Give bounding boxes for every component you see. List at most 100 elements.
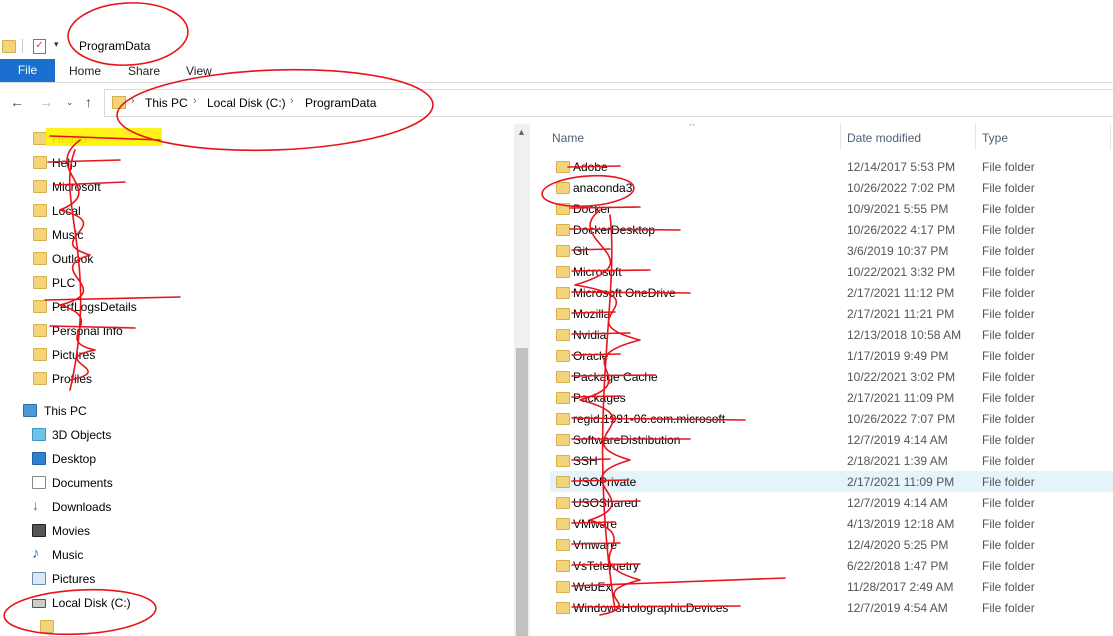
breadcrumb-local-disk[interactable]: Local Disk (C:) [207, 96, 286, 110]
breadcrumb-separator[interactable]: › [131, 95, 135, 107]
column-date-modified[interactable]: Date modified [847, 131, 921, 145]
scroll-up-arrow-icon[interactable]: ▲ [517, 127, 526, 137]
file-row[interactable]: Vmware 12/4/2020 5:25 PM File folder [550, 534, 1113, 555]
nav-folder-item[interactable] [0, 616, 500, 636]
chevron-down-icon[interactable]: ⌄ [66, 97, 74, 108]
scrollbar-thumb[interactable] [516, 348, 528, 636]
file-row[interactable]: VsTelemetry 6/22/2018 1:47 PM File folder [550, 555, 1113, 576]
file-row[interactable]: Microsoft OneDrive 2/17/2021 11:12 PM File… [550, 282, 1113, 303]
nav-item-downloads[interactable]: ↓ Downloads [0, 496, 500, 518]
sort-ascending-icon: ^ [690, 124, 695, 132]
column-divider[interactable] [1110, 124, 1111, 150]
file-row[interactable]: WebEx 11/28/2017 2:49 AM File folder [550, 576, 1113, 597]
file-type: File folder [982, 328, 1035, 342]
nav-folder-item[interactable]: PerfLogsDetails [0, 296, 500, 318]
back-arrow-icon[interactable]: ← [10, 94, 24, 110]
tab-view[interactable]: View [186, 64, 212, 78]
file-row[interactable]: Microsoft 10/22/2021 3:32 PM File folder [550, 261, 1113, 282]
column-name[interactable]: Name [552, 131, 584, 145]
tab-share[interactable]: Share [128, 64, 160, 78]
file-date-modified: 12/14/2017 5:53 PM [847, 160, 956, 174]
file-row[interactable]: Package Cache 10/22/2021 3:02 PM File fold… [550, 366, 1113, 387]
3d-objects-icon [32, 428, 46, 441]
nav-folder-item[interactable]: PLC [0, 272, 500, 294]
file-name: Microsoft [573, 265, 622, 279]
file-name: WebEx [573, 580, 612, 594]
nav-item-local-disk[interactable]: Local Disk (C:) [0, 592, 500, 614]
tab-file[interactable]: File [0, 59, 55, 82]
file-name: USOShared [573, 496, 638, 510]
nav-item-documents[interactable]: Documents [0, 472, 500, 494]
file-row[interactable]: Mozilla 2/17/2021 11:21 PM File folder [550, 303, 1113, 324]
file-date-modified: 11/28/2017 2:49 AM [847, 580, 954, 594]
nav-folder-item[interactable]: Local [0, 200, 500, 222]
nav-folder-item[interactable]: Outlook [0, 248, 500, 270]
folder-icon [556, 371, 570, 383]
file-type: File folder [982, 223, 1035, 237]
file-type: File folder [982, 475, 1035, 489]
nav-item-this-pc[interactable]: This PC [0, 400, 500, 422]
folder-icon [556, 350, 570, 362]
nav-item-movies[interactable]: Movies [0, 520, 500, 542]
file-date-modified: 4/13/2019 12:18 AM [847, 517, 955, 531]
file-type: File folder [982, 433, 1035, 447]
nav-pane-scrollbar[interactable]: ▲ [514, 124, 530, 636]
folder-icon [556, 182, 570, 194]
column-divider[interactable] [975, 124, 976, 150]
file-row[interactable]: SoftwareDistribution 12/7/2019 4:14 AM Fil… [550, 429, 1113, 450]
nav-item-label: Microsoft [52, 180, 101, 194]
file-type: File folder [982, 412, 1035, 426]
folder-icon [556, 497, 570, 509]
file-date-modified: 10/26/2022 4:17 PM [847, 223, 956, 237]
properties-icon[interactable]: ✓ [33, 39, 46, 54]
desktop-icon [32, 452, 46, 465]
file-row[interactable]: WindowsHolographicDevices 12/7/2019 4:54 … [550, 597, 1113, 618]
file-row[interactable]: regid.1991-06.com.microsoft 10/26/2022 7:… [550, 408, 1113, 429]
file-row[interactable]: DockerDesktop 10/26/2022 4:17 PM File fold… [550, 219, 1113, 240]
file-row[interactable]: USOPrivate 2/17/2021 11:09 PM File folder [550, 471, 1113, 492]
nav-item-3d-objects[interactable]: 3D Objects [0, 424, 500, 446]
nav-folder-item[interactable]: Profiles [0, 368, 500, 390]
nav-folder-item[interactable]: Microsoft [0, 176, 500, 198]
breadcrumb-programdata[interactable]: ProgramData [305, 96, 376, 110]
nav-item-label: PLC [52, 276, 76, 290]
computer-icon [23, 404, 37, 417]
breadcrumb-separator[interactable]: › [290, 95, 294, 107]
nav-item-desktop[interactable]: Desktop [0, 448, 500, 470]
file-row[interactable]: Docker 10/9/2021 5:55 PM File folder [550, 198, 1113, 219]
column-divider[interactable] [840, 124, 841, 150]
nav-item-label: Pictures [52, 348, 96, 362]
file-row[interactable]: Adobe 12/14/2017 5:53 PM File folder [550, 156, 1113, 177]
address-bar[interactable]: › This PC › Local Disk (C:) › ProgramDat… [104, 89, 1113, 117]
column-type[interactable]: Type [982, 131, 1008, 145]
downloads-icon: ↓ [32, 498, 44, 512]
up-arrow-icon[interactable]: ↑ [85, 94, 92, 110]
breadcrumb-this-pc[interactable]: This PC [145, 96, 188, 110]
nav-folder-item[interactable]: Health [0, 128, 500, 150]
file-row[interactable]: Packages 2/17/2021 11:09 PM File folder [550, 387, 1113, 408]
nav-item-pictures[interactable]: Pictures [0, 568, 500, 590]
nav-folder-item[interactable]: Pictures [0, 344, 500, 366]
tab-home[interactable]: Home [69, 64, 101, 78]
file-type: File folder [982, 181, 1035, 195]
nav-item-music[interactable]: ♪ Music [0, 544, 500, 566]
breadcrumb-separator[interactable]: › [193, 95, 197, 107]
file-row[interactable]: Nvidia 12/13/2018 10:58 AM File folder [550, 324, 1113, 345]
nav-item-label: 3D Objects [52, 428, 112, 442]
file-row[interactable]: SSH 2/18/2021 1:39 AM File folder [550, 450, 1113, 471]
file-row[interactable]: anaconda3 10/26/2022 7:02 PM File folder [550, 177, 1113, 198]
file-type: File folder [982, 391, 1035, 405]
nav-folder-item[interactable]: Music [0, 224, 500, 246]
navigation-pane: Health Help Microsoft Local Music Outloo… [0, 124, 530, 636]
nav-folder-item[interactable]: Personal Info [0, 320, 500, 342]
forward-arrow-icon[interactable]: → [39, 94, 53, 110]
folder-icon [556, 203, 570, 215]
file-row[interactable]: Git 3/6/2019 10:37 PM File folder [550, 240, 1113, 261]
nav-folder-item[interactable]: Help [0, 152, 500, 174]
file-row[interactable]: VMware 4/13/2019 12:18 AM File folder [550, 513, 1113, 534]
file-type: File folder [982, 559, 1035, 573]
file-row[interactable]: Oracle 1/17/2019 9:49 PM File folder [550, 345, 1113, 366]
file-row[interactable]: USOShared 12/7/2019 4:14 AM File folder [550, 492, 1113, 513]
folder-icon [33, 276, 47, 289]
chevron-down-icon[interactable]: ▾ [54, 39, 59, 50]
